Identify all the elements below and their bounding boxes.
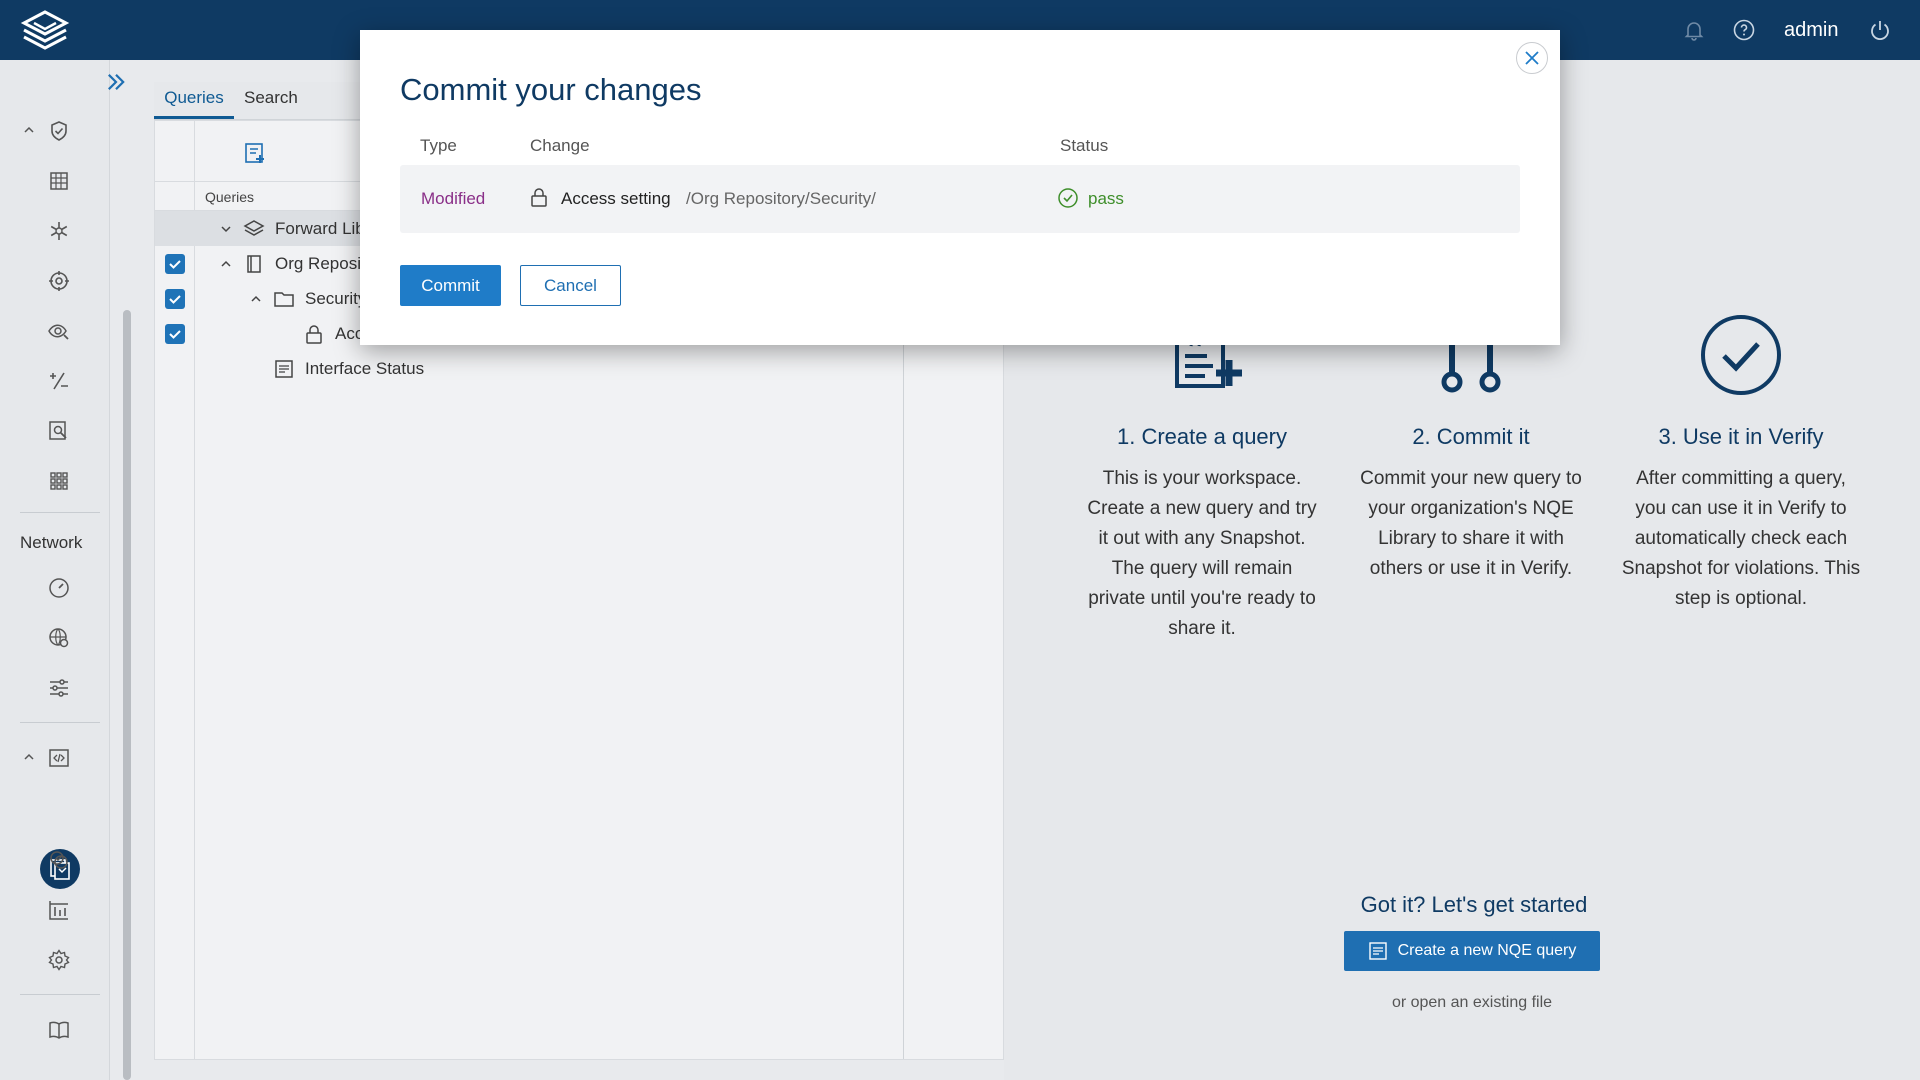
change-type: Modified (421, 189, 486, 208)
lock-icon (528, 186, 550, 208)
column-header-change: Change (530, 136, 590, 155)
cancel-button[interactable]: Cancel (520, 265, 621, 306)
column-header-type: Type (420, 136, 457, 155)
change-name: Access setting (561, 189, 671, 208)
dialog-title: Commit your changes (400, 72, 702, 107)
commit-dialog: Commit your changes Type Change Status M… (360, 30, 1560, 345)
close-icon (1525, 51, 1539, 65)
check-circle-icon (1057, 187, 1079, 209)
column-header-status: Status (1060, 136, 1109, 155)
commit-button[interactable]: Commit (400, 265, 501, 306)
status-badge: pass (1088, 189, 1124, 208)
change-row: Modified Access setting /Org Repository/… (400, 165, 1520, 233)
change-path: /Org Repository/Security/ (686, 189, 876, 208)
close-button[interactable] (1516, 42, 1548, 74)
